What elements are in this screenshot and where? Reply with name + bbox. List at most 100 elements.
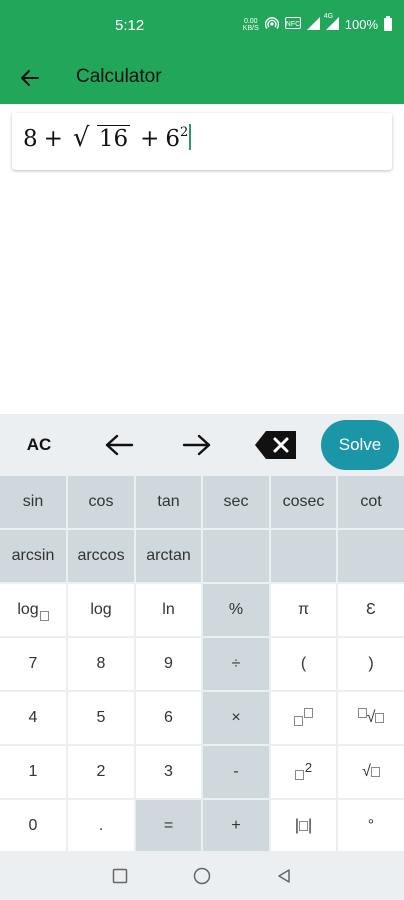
key-log-base[interactable]: log [0, 584, 66, 636]
expr-exponent: 2 [180, 125, 189, 140]
expression-display: 8 + √ 16 + 6 2 [23, 123, 192, 153]
key-5[interactable]: 5 [68, 692, 134, 744]
placeholder-box-icon [375, 713, 385, 723]
square-icon [112, 868, 128, 884]
key-absolute[interactable]: | | [271, 800, 336, 852]
app-title: Calculator [76, 66, 162, 87]
expr-term: 8 [23, 126, 38, 152]
nav-back-button[interactable] [271, 863, 297, 889]
sqrt-icon: √ [362, 763, 371, 780]
nfc-icon: NFC [284, 17, 301, 32]
key-decimal[interactable]: . [68, 800, 134, 852]
data-speed-value: 0.00 [243, 17, 258, 25]
home-button[interactable] [189, 863, 215, 889]
key-0[interactable]: 0 [0, 800, 66, 852]
placeholder-box-icon [299, 821, 308, 831]
cursor-left-button[interactable] [94, 418, 144, 472]
log-base-label: log [17, 601, 39, 618]
system-nav-bar [0, 851, 404, 900]
square-exponent: 2 [304, 759, 313, 775]
key-7[interactable]: 7 [0, 638, 66, 690]
key-minus[interactable]: - [203, 746, 269, 798]
app-bar: Calculator [0, 52, 404, 104]
backspace-button[interactable] [250, 418, 302, 472]
math-keyboard: AC Solve sin cos tan sec cosec cot arcsi… [0, 414, 404, 852]
cursor-right-button[interactable] [172, 418, 222, 472]
abs-bar-icon: | [308, 817, 313, 834]
control-row: AC Solve [0, 414, 404, 476]
key-empty [203, 530, 269, 582]
expr-operator: + [43, 126, 63, 152]
circle-icon [193, 867, 211, 885]
key-sin[interactable]: sin [0, 476, 66, 528]
status-icons: 0.00 KB/S NFC 4G 100% [243, 13, 392, 33]
key-ln[interactable]: ln [136, 584, 201, 636]
key-log[interactable]: log [68, 584, 134, 636]
key-empty [338, 530, 404, 582]
key-degree[interactable]: ° [338, 800, 404, 852]
arrow-left-icon [21, 70, 39, 86]
expr-sqrt: √ 16 [72, 123, 131, 153]
key-cos[interactable]: cos [68, 476, 134, 528]
expr-base: 6 [165, 126, 181, 152]
lte-signal-icon: 4G [324, 13, 339, 33]
key-4[interactable]: 4 [0, 692, 66, 744]
lte-label: 4G [323, 12, 334, 20]
key-3[interactable]: 3 [136, 746, 201, 798]
expr-operator: + [140, 126, 160, 152]
key-nth-root[interactable]: √ [338, 692, 404, 744]
key-multiply[interactable]: × [203, 692, 269, 744]
battery-icon [384, 16, 392, 31]
signal-icon [306, 16, 320, 33]
triangle-icon [278, 869, 290, 883]
data-speed-indicator: 0.00 KB/S [243, 18, 259, 32]
placeholder-box-icon [294, 716, 303, 726]
status-time: 5:12 [115, 17, 145, 34]
all-clear-button[interactable]: AC [10, 418, 68, 472]
svg-text:NFC: NFC [286, 21, 300, 28]
data-speed-unit: KB/S [242, 24, 259, 32]
key-plus[interactable]: + [203, 800, 269, 852]
key-sqrt[interactable]: √ [338, 746, 404, 798]
placeholder-box-icon [39, 611, 49, 621]
key-2[interactable]: 2 [68, 746, 134, 798]
key-cot[interactable]: cot [338, 476, 404, 528]
expr-radicand: 16 [96, 125, 131, 152]
solve-button[interactable]: Solve [321, 420, 399, 470]
key-equals[interactable]: = [136, 800, 201, 852]
placeholder-box-icon [357, 708, 367, 718]
back-button[interactable] [14, 62, 46, 94]
battery-percent: 100% [344, 17, 378, 32]
sqrt-icon: √ [72, 123, 90, 153]
key-6[interactable]: 6 [136, 692, 201, 744]
key-cosec[interactable]: cosec [271, 476, 336, 528]
key-empty [271, 530, 336, 582]
key-square[interactable]: 2 [271, 746, 336, 798]
key-power[interactable] [271, 692, 336, 744]
placeholder-box-icon [294, 770, 304, 780]
sqrt-icon: √ [366, 709, 376, 726]
key-euler[interactable]: Ɛ [338, 584, 404, 636]
key-percent[interactable]: % [203, 584, 269, 636]
expression-input[interactable]: 8 + √ 16 + 6 2 [12, 113, 392, 170]
recents-button[interactable] [107, 863, 133, 889]
key-1[interactable]: 1 [0, 746, 66, 798]
key-8[interactable]: 8 [68, 638, 134, 690]
arrow-left-icon [105, 434, 134, 456]
key-left-paren[interactable]: ( [271, 638, 336, 690]
key-9[interactable]: 9 [136, 638, 201, 690]
key-arcsin[interactable]: arcsin [0, 530, 66, 582]
hotspot-icon [264, 16, 279, 33]
key-pi[interactable]: π [271, 584, 336, 636]
key-tan[interactable]: tan [136, 476, 201, 528]
arrow-right-icon [182, 434, 211, 456]
status-bar: 5:12 0.00 KB/S NFC 4G 100% [0, 0, 404, 52]
key-sec[interactable]: sec [203, 476, 269, 528]
key-right-paren[interactable]: ) [338, 638, 404, 690]
backspace-icon [255, 431, 296, 459]
placeholder-box-icon [370, 767, 380, 777]
placeholder-box-icon [304, 708, 313, 718]
key-divide[interactable]: ÷ [203, 638, 269, 690]
key-arctan[interactable]: arctan [136, 530, 201, 582]
key-arccos[interactable]: arccos [68, 530, 134, 582]
